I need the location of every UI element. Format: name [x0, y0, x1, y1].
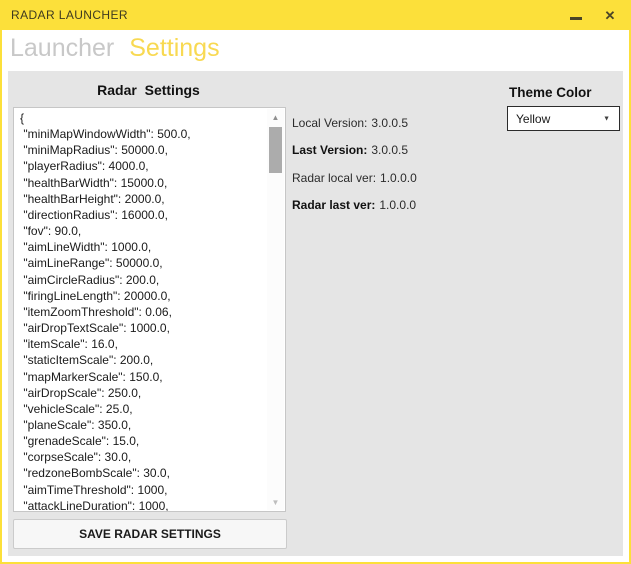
scroll-up-icon[interactable]: ▲ [267, 109, 284, 125]
titlebar[interactable]: RADAR LAUNCHER ✕ [0, 0, 631, 30]
tab-bar: Launcher Settings [2, 30, 629, 71]
last-version-label: Last Version: [292, 143, 371, 157]
local-version-row: Local Version: 3.0.0.5 [292, 109, 417, 137]
last-version-row: Last Version: 3.0.0.5 [292, 137, 417, 165]
theme-color-dropdown[interactable]: Yellow ▼ [507, 106, 620, 131]
theme-color-label: Theme Color [509, 85, 592, 100]
radar-last-version-value: 1.0.0.0 [379, 198, 416, 212]
tab-settings[interactable]: Settings [129, 30, 219, 66]
radar-settings-json-text[interactable]: { "miniMapWindowWidth": 500.0, "miniMapR… [14, 108, 267, 511]
last-version-value: 3.0.0.5 [371, 143, 408, 157]
close-button[interactable]: ✕ [593, 0, 627, 30]
tab-launcher[interactable]: Launcher [10, 30, 114, 66]
local-version-label: Local Version: [292, 116, 371, 130]
radar-local-version-label: Radar local ver: [292, 171, 380, 185]
radar-settings-editor[interactable]: { "miniMapWindowWidth": 500.0, "miniMapR… [13, 107, 286, 512]
minimize-button[interactable] [559, 0, 593, 30]
local-version-value: 3.0.0.5 [371, 116, 408, 130]
window-controls: ✕ [559, 0, 627, 30]
scroll-down-icon[interactable]: ▼ [267, 494, 284, 510]
minimize-icon [570, 17, 582, 20]
radar-last-version-label: Radar last ver: [292, 198, 379, 212]
close-icon: ✕ [605, 9, 616, 22]
radar-local-version-row: Radar local ver: 1.0.0.0 [292, 164, 417, 192]
save-radar-settings-button[interactable]: SAVE RADAR SETTINGS [13, 519, 287, 549]
radar-launcher-window: RADAR LAUNCHER ✕ Launcher Settings Radar… [0, 0, 631, 564]
radar-local-version-value: 1.0.0.0 [380, 171, 417, 185]
dropdown-arrow-icon: ▼ [603, 115, 610, 122]
radar-settings-heading: Radar Settings [12, 82, 285, 98]
window-title: RADAR LAUNCHER [11, 8, 128, 22]
editor-scrollbar[interactable]: ▲ ▼ [267, 109, 284, 510]
version-info: Local Version: 3.0.0.5 Last Version: 3.0… [292, 109, 417, 219]
scrollbar-thumb[interactable] [269, 127, 282, 173]
radar-last-version-row: Radar last ver: 1.0.0.0 [292, 192, 417, 220]
theme-color-selected-value: Yellow [516, 112, 550, 126]
